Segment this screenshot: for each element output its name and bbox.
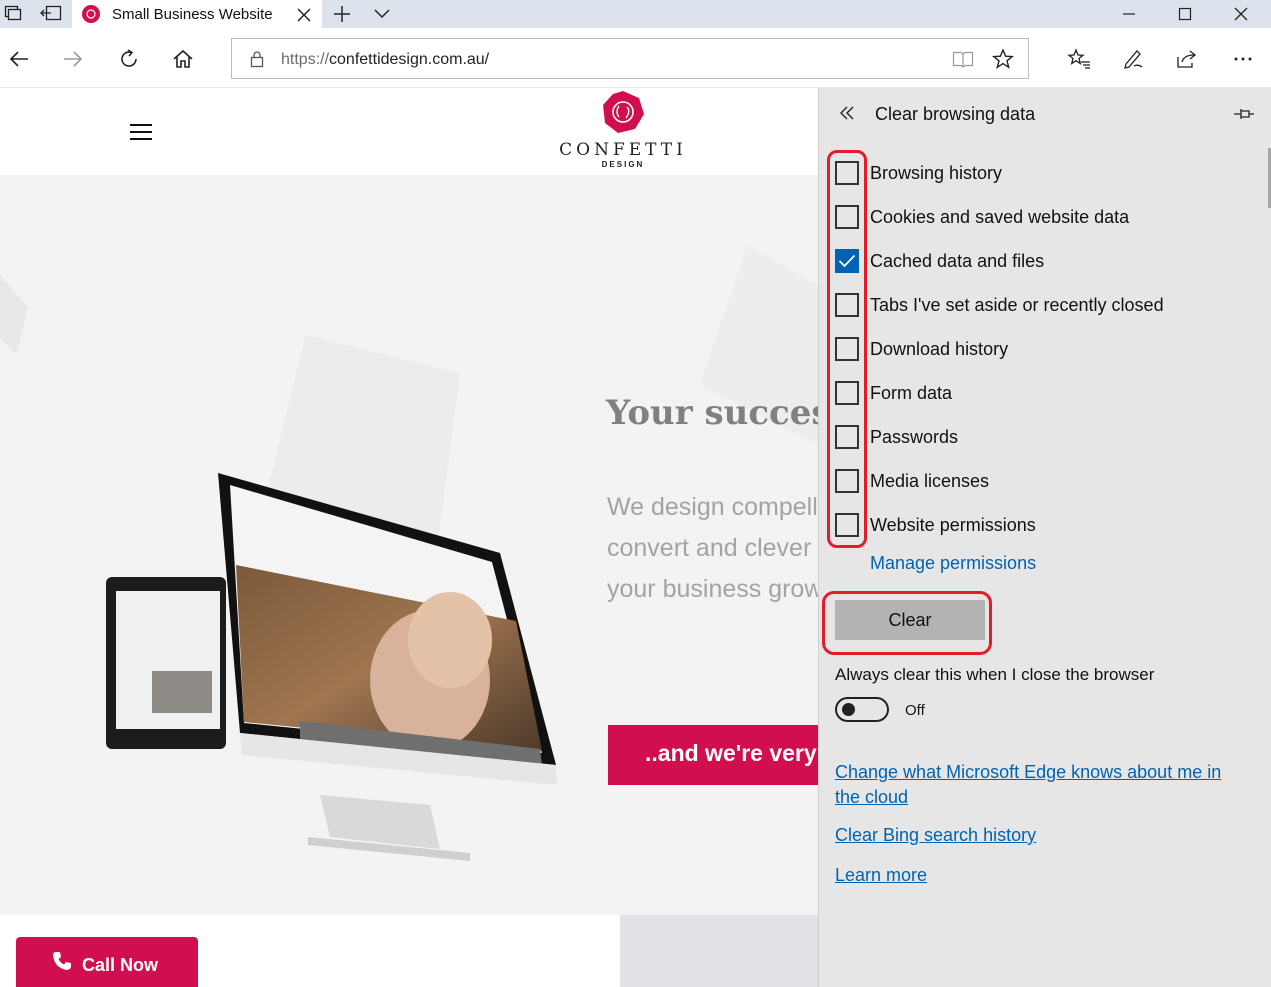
new-tab-icon[interactable] bbox=[332, 1, 352, 30]
panel-header: Clear browsing data bbox=[819, 88, 1271, 140]
more-options-icon[interactable] bbox=[1228, 44, 1258, 74]
set-aside-tabs-icon[interactable] bbox=[38, 2, 64, 24]
logo-wordmark: CONFETTI bbox=[559, 140, 687, 160]
edge-cloud-link-line: Change what Microsoft Edge knows about m… bbox=[835, 762, 1222, 782]
phone-icon bbox=[52, 951, 72, 976]
hamburger-menu-icon[interactable] bbox=[130, 124, 152, 140]
logo-subtitle: DESIGN bbox=[601, 160, 645, 169]
footer-strip: Call Now bbox=[0, 915, 818, 987]
option-label: Browsing history bbox=[870, 162, 1003, 183]
tab-small-business-website[interactable]: Small Business Website bbox=[72, 0, 322, 28]
lock-icon[interactable] bbox=[250, 50, 264, 72]
edge-cloud-data-link[interactable]: Change what Microsoft Edge knows about m… bbox=[835, 760, 1221, 810]
hero-text: We design compell convert and clever you… bbox=[607, 487, 818, 610]
desktop-monitor-image bbox=[218, 473, 557, 861]
option-label: Download history bbox=[870, 338, 1009, 359]
pin-icon[interactable] bbox=[1233, 106, 1255, 126]
clear-browsing-data-panel: Clear browsing data Browsing history Coo… bbox=[818, 88, 1271, 987]
option-label: Media licenses bbox=[870, 470, 990, 491]
share-icon[interactable] bbox=[1172, 44, 1202, 74]
navigation-bar: https://confettidesign.com.au/ bbox=[0, 28, 1271, 88]
edge-cloud-link-line: the cloud bbox=[835, 787, 909, 807]
option-download-history[interactable]: Download history bbox=[835, 334, 1255, 364]
panel-title: Clear browsing data bbox=[875, 104, 1036, 124]
pen-notes-icon[interactable] bbox=[1118, 44, 1148, 74]
toggle-knob bbox=[842, 703, 855, 716]
hero-title: Your succes bbox=[606, 393, 818, 433]
back-arrow-icon[interactable] bbox=[4, 44, 34, 74]
web-page: CONFETTI DESIGN Your succes We design co… bbox=[0, 88, 818, 987]
reading-view-icon[interactable] bbox=[952, 50, 974, 72]
minimize-icon[interactable] bbox=[1106, 0, 1152, 28]
tab-manager-icon[interactable] bbox=[0, 2, 26, 24]
double-chevron-left-icon[interactable] bbox=[839, 105, 855, 125]
hero-cta-button[interactable]: ..and we're very bbox=[608, 725, 818, 785]
favorite-star-icon[interactable] bbox=[991, 48, 1015, 74]
decorative-shape bbox=[0, 275, 28, 355]
call-now-button[interactable]: Call Now bbox=[16, 937, 198, 987]
manage-permissions-link[interactable]: Manage permissions bbox=[870, 553, 1036, 574]
tab-preview-chevron-down-icon[interactable] bbox=[372, 3, 392, 27]
call-now-label: Call Now bbox=[82, 955, 159, 975]
toggle-state-text: Off bbox=[905, 702, 925, 719]
option-website-permissions[interactable]: Website permissions bbox=[835, 510, 1255, 540]
maximize-icon[interactable] bbox=[1162, 0, 1208, 28]
site-favicon-icon bbox=[82, 5, 100, 23]
always-clear-toggle[interactable] bbox=[835, 697, 889, 722]
option-label: Form data bbox=[870, 382, 953, 403]
option-label: Cached data and files bbox=[870, 250, 1045, 271]
clear-bing-history-link[interactable]: Clear Bing search history bbox=[835, 825, 1036, 846]
close-tab-icon[interactable] bbox=[296, 3, 312, 28]
home-icon[interactable] bbox=[168, 44, 198, 74]
option-label: Cookies and saved website data bbox=[870, 206, 1130, 227]
hero-text-line: convert and clever bbox=[607, 534, 812, 562]
title-bar: Small Business Website bbox=[0, 0, 1271, 28]
clear-button[interactable]: Clear bbox=[835, 600, 985, 640]
option-form-data[interactable]: Form data bbox=[835, 378, 1255, 408]
forward-arrow-icon[interactable] bbox=[58, 44, 88, 74]
hero-text-line: your business grow bbox=[607, 575, 818, 603]
option-passwords[interactable]: Passwords bbox=[835, 422, 1255, 452]
footer-panel bbox=[620, 915, 818, 987]
option-tabs-set-aside[interactable]: Tabs I've set aside or recently closed bbox=[835, 290, 1255, 320]
logo-mark-icon bbox=[601, 90, 645, 134]
hero-section: Your succes We design compell convert an… bbox=[0, 175, 818, 915]
option-cached-data[interactable]: Cached data and files bbox=[835, 246, 1255, 276]
option-cookies[interactable]: Cookies and saved website data bbox=[835, 202, 1255, 232]
option-media-licenses[interactable]: Media licenses bbox=[835, 466, 1255, 496]
url-text[interactable]: https://confettidesign.com.au/ bbox=[281, 51, 489, 69]
url-protocol: https:// bbox=[281, 51, 330, 68]
favorites-hub-icon[interactable] bbox=[1064, 44, 1094, 74]
checkbox-highlight-outline bbox=[827, 150, 867, 548]
address-bar[interactable]: https://confettidesign.com.au/ bbox=[231, 38, 1029, 79]
hero-text-line: We design compell bbox=[607, 493, 818, 521]
tab-title: Small Business Website bbox=[112, 5, 273, 23]
option-label: Passwords bbox=[870, 426, 959, 447]
option-browsing-history[interactable]: Browsing history bbox=[835, 158, 1255, 188]
site-header: CONFETTI DESIGN bbox=[0, 88, 818, 175]
learn-more-link[interactable]: Learn more bbox=[835, 865, 927, 886]
always-clear-label: Always clear this when I close the brows… bbox=[835, 665, 1155, 684]
option-label: Website permissions bbox=[870, 514, 1036, 535]
option-label: Tabs I've set aside or recently closed bbox=[870, 294, 1164, 315]
confetti-design-logo[interactable]: CONFETTI DESIGN bbox=[558, 90, 688, 169]
refresh-icon[interactable] bbox=[114, 44, 144, 74]
url-host: confettidesign.com.au/ bbox=[329, 51, 490, 68]
close-window-icon[interactable] bbox=[1218, 0, 1264, 28]
